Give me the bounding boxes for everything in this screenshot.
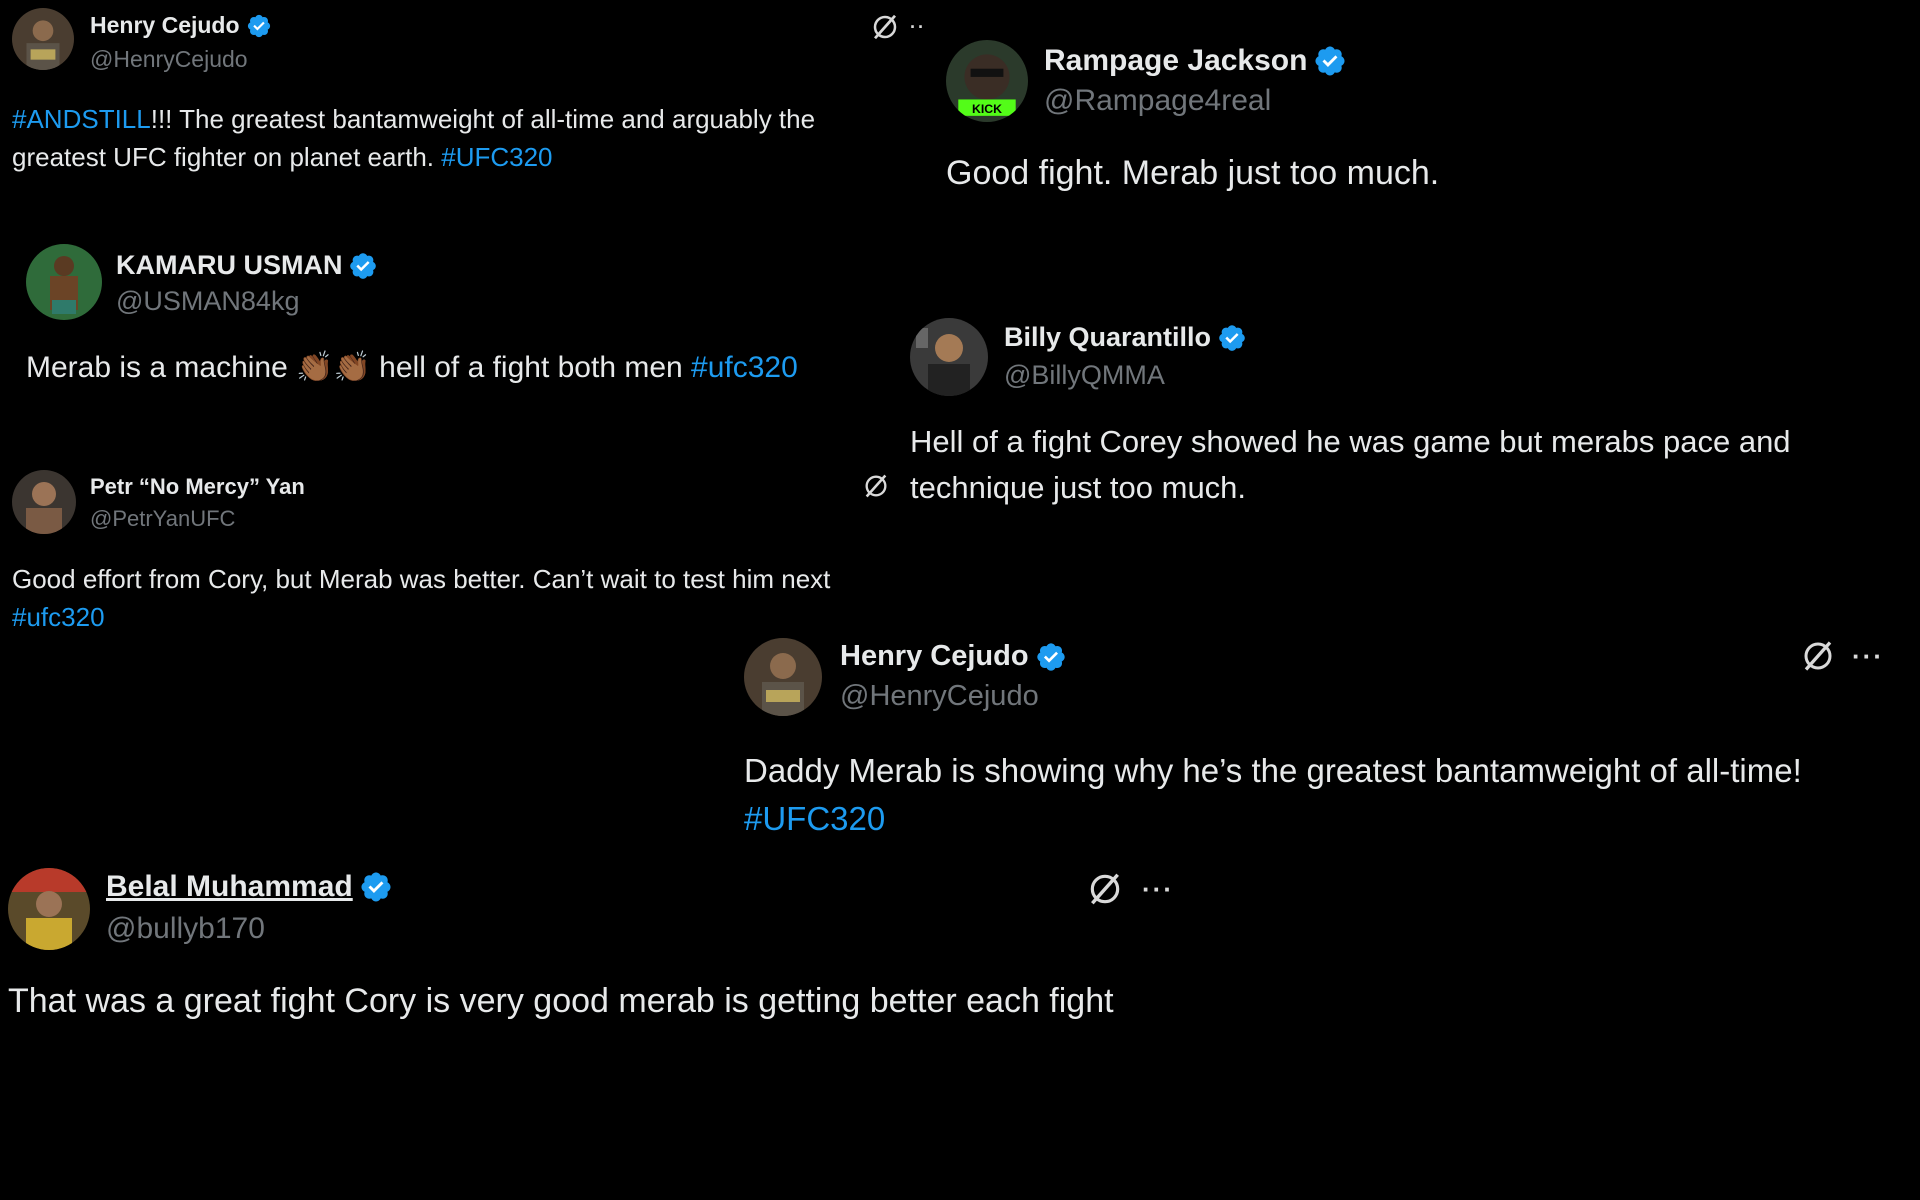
author-handle[interactable]: @HenryCejudo <box>90 46 248 73</box>
tweet-petr-yan[interactable]: Petr “No Mercy” Yan @PetrYanUFC Good eff… <box>12 470 932 633</box>
author-handle[interactable]: @PetrYanUFC <box>90 506 235 532</box>
tweet-text-line-2: #ufc320 <box>12 602 105 633</box>
more-options-icon[interactable]: ··· <box>1852 641 1884 672</box>
tweet-text: That was a great fight Cory is very good… <box>8 982 1114 1020</box>
clapping-emoji: 👏🏾👏🏾 <box>296 351 371 384</box>
verified-badge-icon <box>246 13 272 39</box>
author-name[interactable]: Rampage Jackson <box>1044 44 1307 78</box>
grok-icon[interactable] <box>870 12 900 42</box>
tweet-text-line-1: Good effort from Cory, but Merab was bet… <box>12 564 831 594</box>
avatar[interactable] <box>12 470 76 534</box>
avatar[interactable]: KICK <box>946 40 1028 122</box>
tweet-text: Good fight. Merab just too much. <box>946 154 1440 192</box>
more-options-icon[interactable]: ·· <box>910 17 926 38</box>
tweet-belal-muhammad[interactable]: Belal Muhammad @bullyb170 ··· That was a… <box>8 868 1208 1028</box>
tweet-text-line-1: Daddy Merab is showing why he’s the grea… <box>744 752 1802 789</box>
tweet-text-line-2: #UFC320 <box>744 800 885 838</box>
verified-badge-icon <box>1217 323 1247 353</box>
author-handle[interactable]: @Rampage4real <box>1044 84 1271 118</box>
author-handle[interactable]: @USMAN84kg <box>116 286 299 317</box>
tweet-henry-cejudo-2[interactable]: Henry Cejudo @HenryCejudo ··· Daddy Mera… <box>744 638 1904 838</box>
avatar[interactable] <box>744 638 822 716</box>
avatar[interactable] <box>8 868 90 950</box>
avatar-label: KICK <box>972 102 1002 116</box>
tweet-text-line-2: greatest UFC fighter on planet earth. #U… <box>12 142 553 172</box>
grok-icon[interactable] <box>1800 638 1836 674</box>
hashtag-link[interactable]: #UFC320 <box>441 142 552 172</box>
avatar[interactable] <box>26 244 102 320</box>
tweet-text-line-2: technique just too much. <box>910 470 1247 505</box>
verified-badge-icon <box>1035 641 1067 673</box>
author-name[interactable]: Henry Cejudo <box>90 12 240 39</box>
tweet-henry-cejudo-1[interactable]: Henry Cejudo @HenryCejudo ·· #ANDSTILL!!… <box>12 8 932 178</box>
verified-badge-icon <box>348 251 378 281</box>
hashtag-link[interactable]: #UFC320 <box>744 800 885 837</box>
tweet-text-line-1: Hell of a fight Corey showed he was game… <box>910 424 1791 459</box>
more-options-icon[interactable]: ··· <box>1142 874 1174 905</box>
author-name[interactable]: Henry Cejudo <box>840 640 1029 673</box>
author-handle[interactable]: @HenryCejudo <box>840 680 1039 713</box>
tweet-rampage-jackson[interactable]: KICK Rampage Jackson @Rampage4real Good … <box>946 40 1646 200</box>
tweet-text-line-1: #ANDSTILL!!! The greatest bantamweight o… <box>12 104 816 134</box>
author-name[interactable]: KAMARU USMAN <box>116 250 342 281</box>
hashtag-link[interactable]: #ANDSTILL <box>12 104 151 134</box>
tweet-kamaru-usman[interactable]: KAMARU USMAN @USMAN84kg Merab is a machi… <box>26 244 906 394</box>
grok-icon[interactable] <box>862 472 890 500</box>
verified-badge-icon <box>1313 44 1347 78</box>
author-name[interactable]: Belal Muhammad <box>106 870 353 904</box>
hashtag-link[interactable]: #ufc320 <box>12 602 105 632</box>
grok-icon[interactable] <box>1086 870 1124 908</box>
author-handle[interactable]: @BillyQMMA <box>1004 360 1165 391</box>
author-name[interactable]: Billy Quarantillo <box>1004 322 1211 353</box>
tweet-text: Merab is a machine 👏🏾👏🏾 hell of a fight … <box>26 351 798 384</box>
author-name[interactable]: Petr “No Mercy” Yan <box>90 474 305 500</box>
verified-badge-icon <box>359 870 393 904</box>
tweet-billy-quarantillo[interactable]: Billy Quarantillo @BillyQMMA Hell of a f… <box>910 318 1910 518</box>
author-handle[interactable]: @bullyb170 <box>106 912 265 946</box>
avatar[interactable] <box>12 8 74 70</box>
tweet-collage: Henry Cejudo @HenryCejudo ·· #ANDSTILL!!… <box>0 0 1920 1200</box>
hashtag-link[interactable]: #ufc320 <box>691 351 798 384</box>
avatar[interactable] <box>910 318 988 396</box>
